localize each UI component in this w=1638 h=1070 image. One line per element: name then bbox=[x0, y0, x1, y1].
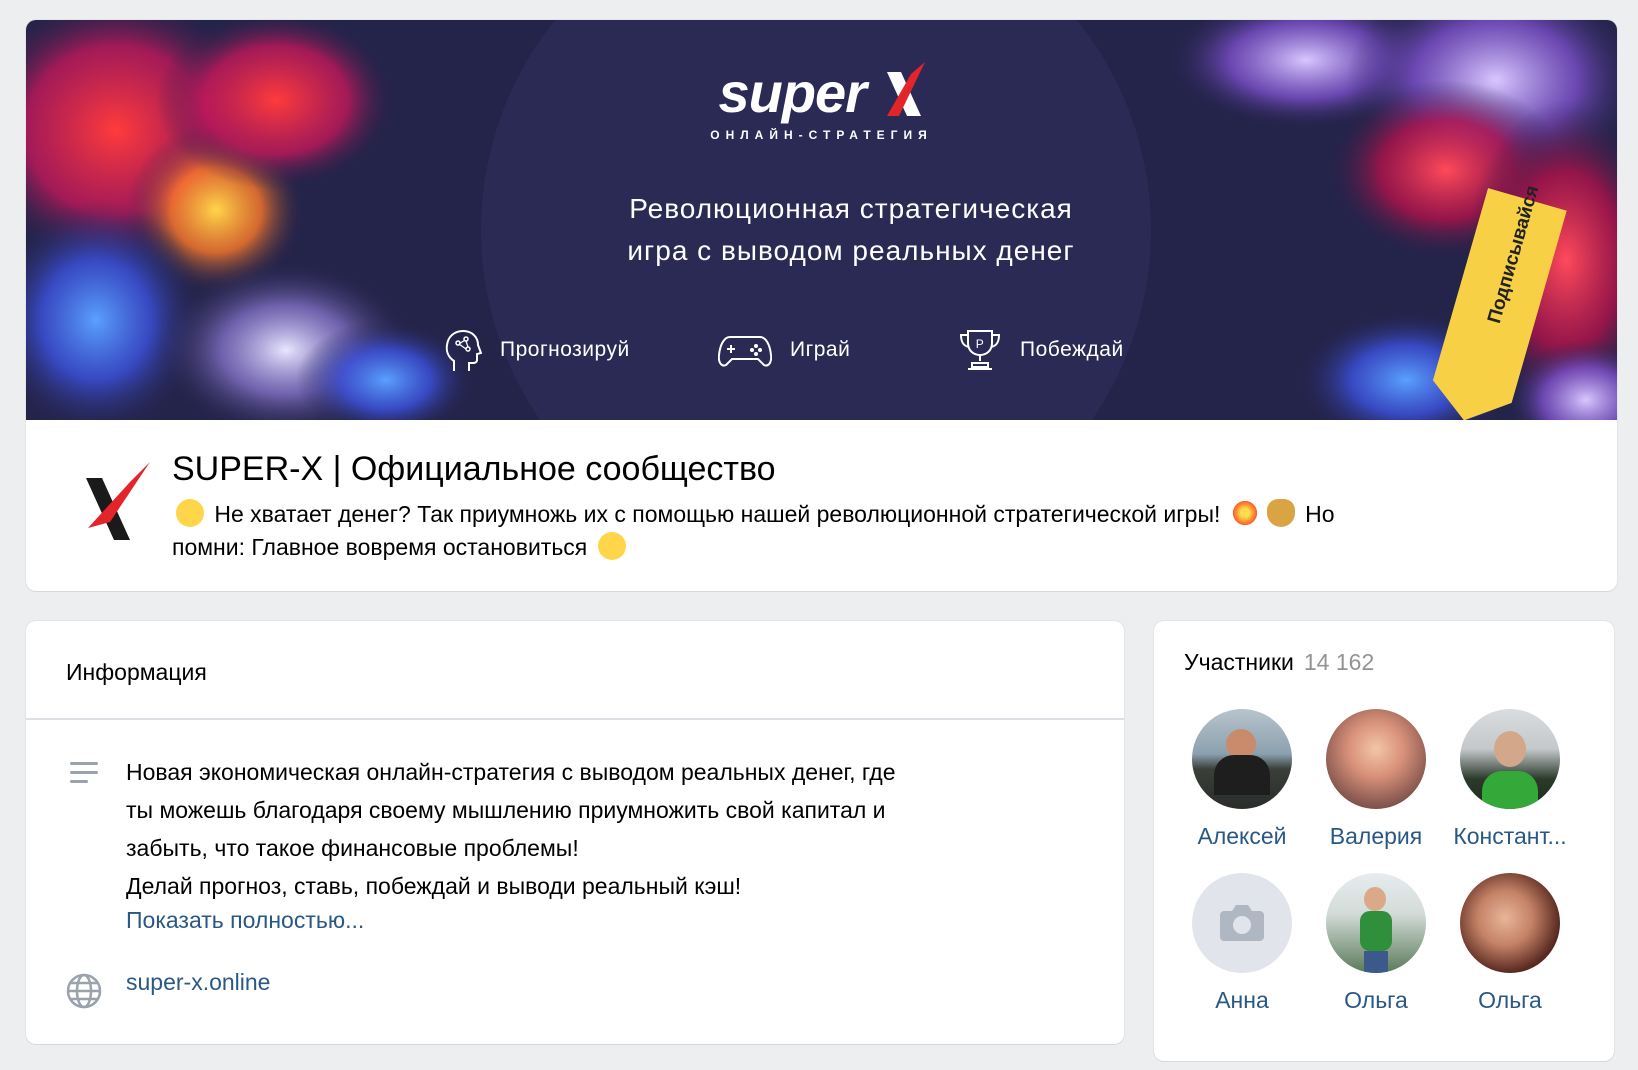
brain-icon bbox=[445, 329, 482, 371]
group-info-block: SUPER-X | Официальное сообщество Не хват… bbox=[26, 420, 1617, 591]
trophy-icon: P bbox=[959, 330, 1001, 370]
feature-predict-label: Прогнозируй bbox=[500, 338, 630, 361]
member-name[interactable]: Ольга bbox=[1442, 987, 1578, 1014]
feature-win-label: Побеждай bbox=[1020, 338, 1124, 361]
group-title: SUPER-X | Официальное сообщество bbox=[172, 450, 776, 488]
member-name[interactable]: Валерия bbox=[1308, 823, 1444, 850]
feature-predict: Прогнозируй bbox=[444, 320, 630, 380]
logo-subtitle: ОНЛАЙН-СТРАТЕГИЯ bbox=[710, 128, 933, 142]
feature-win: P Побеждай bbox=[958, 320, 1124, 380]
description-text: Новая экономическая онлайн-стратегия с в… bbox=[126, 753, 1076, 905]
members-card: Участники 14 162 Алексей Валерия Констант… bbox=[1154, 621, 1614, 1061]
logo-wordmark: super bbox=[718, 61, 866, 124]
member-name[interactable]: Констант... bbox=[1442, 823, 1578, 850]
description-line-4: Делай прогноз, ставь, побеждай и выводи … bbox=[126, 873, 742, 899]
member-item[interactable]: Алексей bbox=[1174, 709, 1310, 850]
logo-x-icon bbox=[886, 62, 925, 116]
rolling-eyes-emoji-icon bbox=[176, 499, 204, 527]
info-card: Информация Новая экономическая онлайн-ст… bbox=[26, 621, 1124, 1044]
member-name[interactable]: Анна bbox=[1174, 987, 1310, 1014]
feature-play-label: Играй bbox=[790, 338, 851, 361]
members-count: 14 162 bbox=[1303, 649, 1375, 675]
collision-emoji-icon bbox=[1230, 499, 1259, 527]
member-avatar[interactable] bbox=[1326, 709, 1426, 809]
show-more-link[interactable]: Показать полностью... bbox=[126, 907, 364, 934]
cover-tagline: Революционная стратегическая игра с выво… bbox=[456, 188, 1246, 272]
member-avatar[interactable] bbox=[1460, 873, 1560, 973]
camera-icon bbox=[1220, 905, 1264, 941]
member-item[interactable]: Констант... bbox=[1442, 709, 1578, 850]
member-item[interactable]: Ольга bbox=[1442, 873, 1578, 1014]
feature-play: Играй bbox=[718, 320, 850, 380]
info-divider bbox=[26, 718, 1124, 720]
group-avatar[interactable] bbox=[64, 452, 164, 552]
svg-text:P: P bbox=[976, 337, 985, 351]
member-avatar-placeholder[interactable] bbox=[1192, 873, 1292, 973]
group-status: Не хватает денег? Так приумножь их с пом… bbox=[172, 498, 1572, 564]
member-name[interactable]: Алексей bbox=[1174, 823, 1310, 850]
member-name[interactable]: Ольга bbox=[1308, 987, 1444, 1014]
member-avatar[interactable] bbox=[1326, 873, 1426, 973]
member-item[interactable]: Анна bbox=[1174, 873, 1310, 1014]
cover-logo: super bbox=[26, 60, 1617, 125]
tagline-line-2: игра с выводом реальных денег bbox=[627, 235, 1075, 266]
tagline-line-1: Революционная стратегическая bbox=[629, 193, 1073, 224]
status-text-3: помни: Главное вовремя остановиться bbox=[172, 534, 588, 560]
members-title[interactable]: Участники bbox=[1184, 649, 1294, 675]
description-line-3: забыть, что такое финансовые проблемы! bbox=[126, 835, 579, 861]
members-header[interactable]: Участники 14 162 bbox=[1184, 649, 1374, 676]
description-line-1: Новая экономическая онлайн-стратегия с в… bbox=[126, 759, 896, 785]
member-avatar[interactable] bbox=[1192, 709, 1292, 809]
description-line-2: ты можешь благодаря своему мышлению приу… bbox=[126, 797, 886, 823]
status-text-1: Не хватает денег? Так приумножь их с пом… bbox=[214, 501, 1221, 527]
globe-icon bbox=[66, 973, 102, 1009]
wink-emoji-icon bbox=[597, 532, 626, 560]
website-link[interactable]: super-x.online bbox=[126, 969, 270, 996]
cover-banner[interactable]: super ОНЛАЙН-СТРАТЕГИЯ Революционная стр… bbox=[26, 20, 1617, 420]
info-title: Информация bbox=[66, 659, 207, 685]
member-item[interactable]: Валерия bbox=[1308, 709, 1444, 850]
community-header: super ОНЛАЙН-СТРАТЕГИЯ Революционная стр… bbox=[26, 20, 1617, 591]
member-avatar[interactable] bbox=[1460, 709, 1560, 809]
gamepad-icon bbox=[718, 336, 772, 367]
status-text-2: Но bbox=[1305, 501, 1335, 527]
member-item[interactable]: Ольга bbox=[1308, 873, 1444, 1014]
money-bag-emoji-icon bbox=[1266, 499, 1295, 527]
description-icon bbox=[70, 762, 98, 783]
